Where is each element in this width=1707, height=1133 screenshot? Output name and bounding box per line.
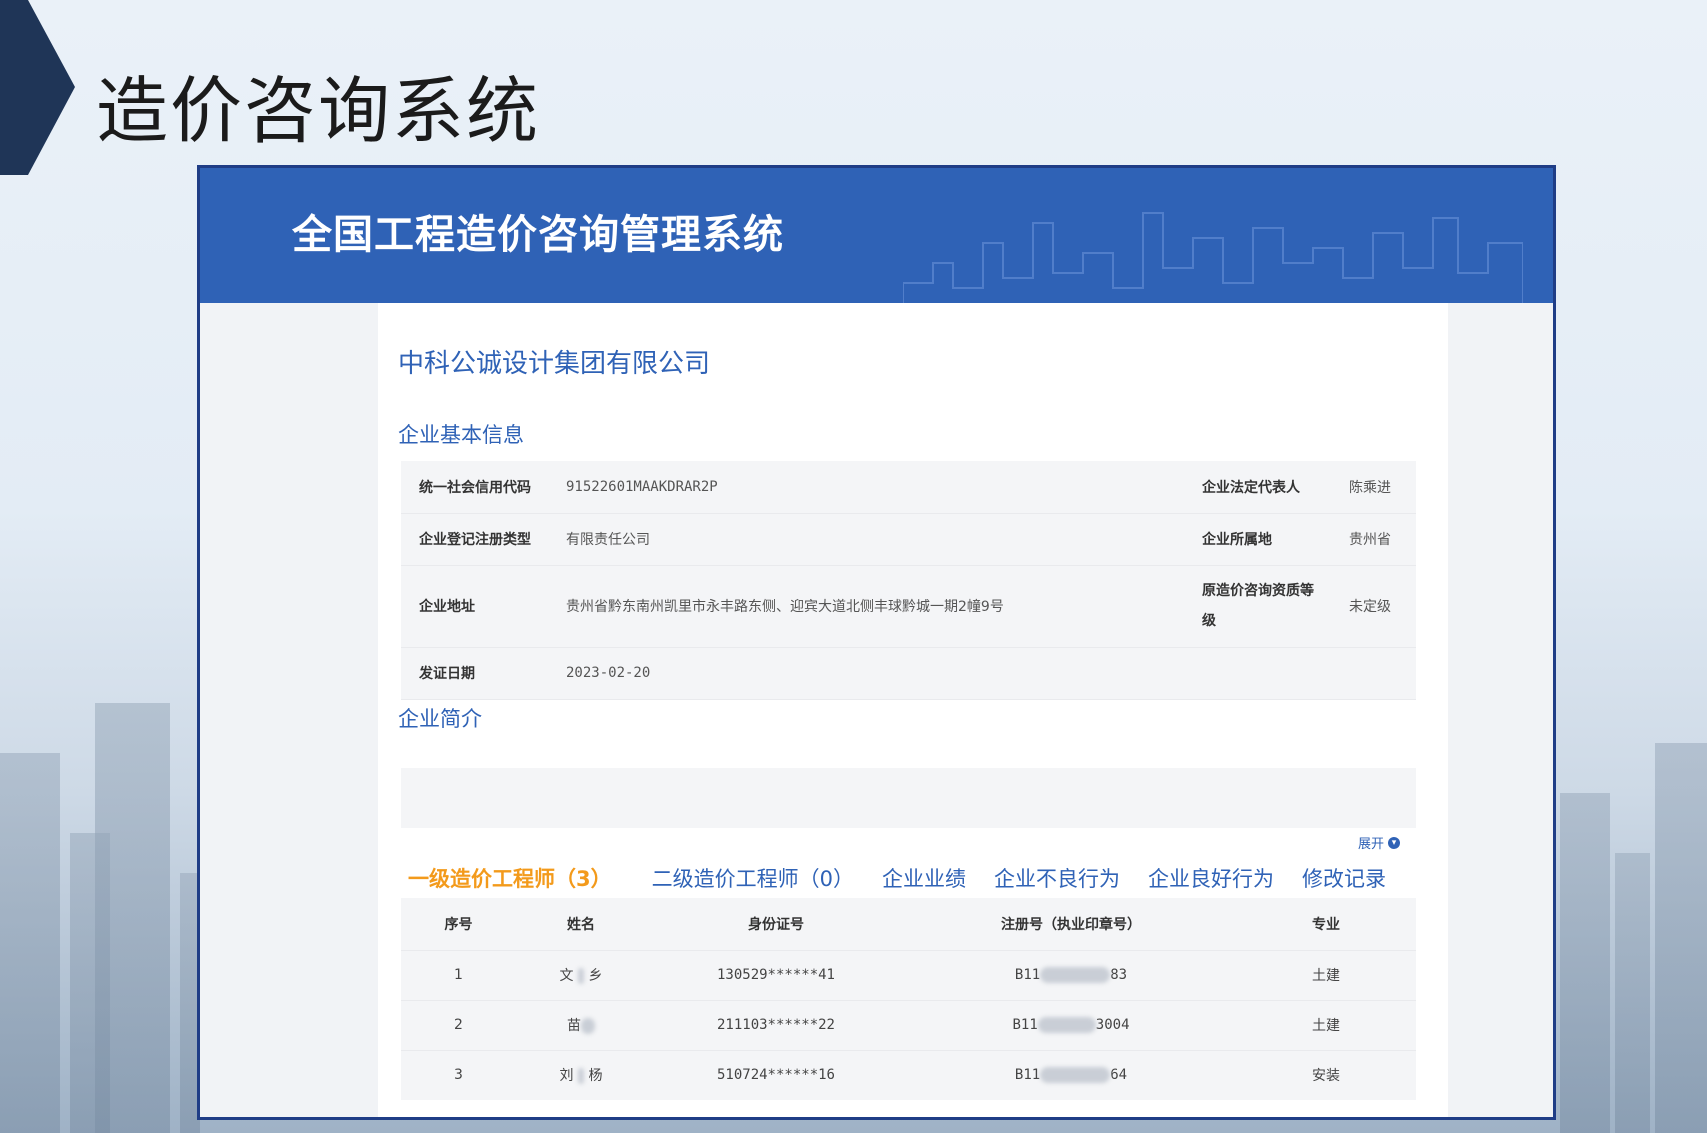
chevron-decoration-icon (0, 0, 75, 175)
row-name: 刘 杨 (516, 1049, 646, 1100)
location-value: 贵州省 (1331, 513, 1416, 566)
row-reg-number: B11 83 (906, 949, 1236, 1000)
redaction (578, 1068, 584, 1085)
reg-type-label: 企业登记注册类型 (401, 513, 548, 566)
name-part: 乡 (588, 968, 603, 984)
reg-prefix: B11 (1014, 1067, 1041, 1084)
section-heading-intro: 企业简介 (398, 707, 482, 731)
info-row: 企业登记注册类型 有限责任公司 企业所属地 贵州省 (401, 513, 1416, 566)
tab-level2-engineers[interactable]: 二级造价工程师（0） (652, 863, 854, 893)
row-reg-number: B11 3004 (906, 999, 1236, 1050)
column-header-id: 身份证号 (748, 916, 804, 933)
expand-button[interactable]: 展开 ▾ (1358, 833, 1401, 852)
column-header-no: 序号 (444, 916, 473, 933)
location-label: 企业所属地 (1184, 513, 1331, 566)
redaction (1040, 1067, 1111, 1084)
row-no: 1 (401, 949, 516, 1000)
system-title: 全国工程造价咨询管理系统 (292, 212, 784, 258)
reg-prefix: B11 (1014, 967, 1041, 983)
info-row: 发证日期 2023-02-20 (401, 647, 1416, 700)
company-intro-box (401, 768, 1416, 828)
column-header-reg-no: 注册号（执业印章号） (1001, 916, 1141, 933)
tab-bar: 一级造价工程师（3） 二级造价工程师（0） 企业业绩 企业不良行为 企业良好行为… (408, 863, 1386, 893)
name-part: 刘 (559, 1068, 574, 1085)
row-no: 2 (401, 999, 516, 1050)
address-value: 贵州省黔东南州凯里市永丰路东侧、迎宾大道北侧丰球黔城一期2幢9号 (548, 565, 1184, 648)
credit-code-value: 91522601MAAKDRAR2P (548, 461, 1184, 514)
tab-performance[interactable]: 企业业绩 (882, 863, 966, 893)
address-label: 企业地址 (401, 565, 548, 648)
issue-date-label: 发证日期 (401, 647, 548, 700)
qualification-label: 原造价咨询资质等 级 (1184, 565, 1331, 648)
info-row: 统一社会信用代码 91522601MAAKDRAR2P 企业法定代表人 陈乘进 (401, 461, 1416, 514)
legal-rep-value: 陈乘进 (1331, 461, 1416, 514)
redaction (1037, 1017, 1096, 1033)
row-name: 文 乡 (516, 949, 646, 1000)
redaction (581, 1018, 595, 1034)
company-detail-panel: 中科公诚设计集团有限公司 企业基本信息 统一社会信用代码 91522601MAA… (378, 303, 1448, 1117)
tab-change-log[interactable]: 修改记录 (1302, 863, 1386, 893)
system-banner: 全国工程造价咨询管理系统 (200, 168, 1553, 303)
row-reg-number: B11 64 (906, 1049, 1236, 1100)
row-id-number: 130529******41 (646, 949, 906, 1000)
redaction (1040, 967, 1111, 983)
column-header-name: 姓名 (567, 916, 595, 933)
row-major: 土建 (1236, 949, 1416, 1000)
engineer-table: 序号 姓名 身份证号 注册号（执业印章号） 专业 1 文 乡 130529***… (401, 898, 1416, 1100)
row-no: 3 (401, 1049, 516, 1100)
table-header-row: 序号 姓名 身份证号 注册号（执业印章号） 专业 (401, 898, 1416, 950)
reg-suffix: 3004 (1095, 1017, 1130, 1033)
row-major: 土建 (1236, 999, 1416, 1050)
system-screenshot: 全国工程造价咨询管理系统 中科公诚设计集团有限公司 企业基本信息 统一社会信用代… (197, 165, 1556, 1120)
info-row: 企业地址 贵州省黔东南州凯里市永丰路东侧、迎宾大道北侧丰球黔城一期2幢9号 原造… (401, 565, 1416, 648)
redaction (578, 968, 584, 984)
table-row[interactable]: 2 苗 211103******22 B11 3004 土建 (401, 999, 1416, 1050)
row-name: 苗 (516, 999, 646, 1050)
name-part: 杨 (588, 1068, 603, 1085)
expand-label: 展开 (1358, 837, 1385, 852)
tab-good-behavior[interactable]: 企业良好行为 (1148, 863, 1274, 893)
row-id-number: 510724******16 (646, 1049, 906, 1100)
slide-title: 造价咨询系统 (96, 69, 541, 153)
column-header-major: 专业 (1312, 916, 1340, 933)
qualification-label-line1: 原造价咨询资质等 (1202, 583, 1314, 599)
name-part: 文 (559, 968, 574, 984)
legal-rep-label: 企业法定代表人 (1184, 461, 1331, 514)
reg-prefix: B11 (1012, 1017, 1038, 1033)
reg-suffix: 83 (1110, 967, 1128, 983)
table-row[interactable]: 1 文 乡 130529******41 B11 83 土建 (401, 949, 1416, 1000)
section-heading-basic-info: 企业基本信息 (398, 423, 524, 447)
basic-info-table: 统一社会信用代码 91522601MAAKDRAR2P 企业法定代表人 陈乘进 … (401, 461, 1416, 700)
name-part: 苗 (567, 1018, 581, 1034)
reg-type-value: 有限责任公司 (548, 513, 1184, 566)
chevron-down-icon: ▾ (1388, 836, 1401, 849)
reg-suffix: 64 (1110, 1067, 1128, 1084)
tab-level1-engineers[interactable]: 一级造价工程师（3） (408, 863, 612, 893)
company-name: 中科公诚设计集团有限公司 (398, 349, 711, 379)
skyline-decoration-icon (903, 212, 1523, 303)
qualification-value: 未定级 (1331, 565, 1416, 648)
table-row[interactable]: 3 刘 杨 510724******16 B11 64 安装 (401, 1049, 1416, 1100)
credit-code-label: 统一社会信用代码 (401, 461, 548, 514)
qualification-label-line2: 级 (1202, 613, 1216, 629)
row-major: 安装 (1236, 1049, 1416, 1100)
row-id-number: 211103******22 (646, 999, 906, 1050)
tab-bad-behavior[interactable]: 企业不良行为 (994, 863, 1120, 893)
issue-date-value: 2023-02-20 (548, 647, 1184, 700)
